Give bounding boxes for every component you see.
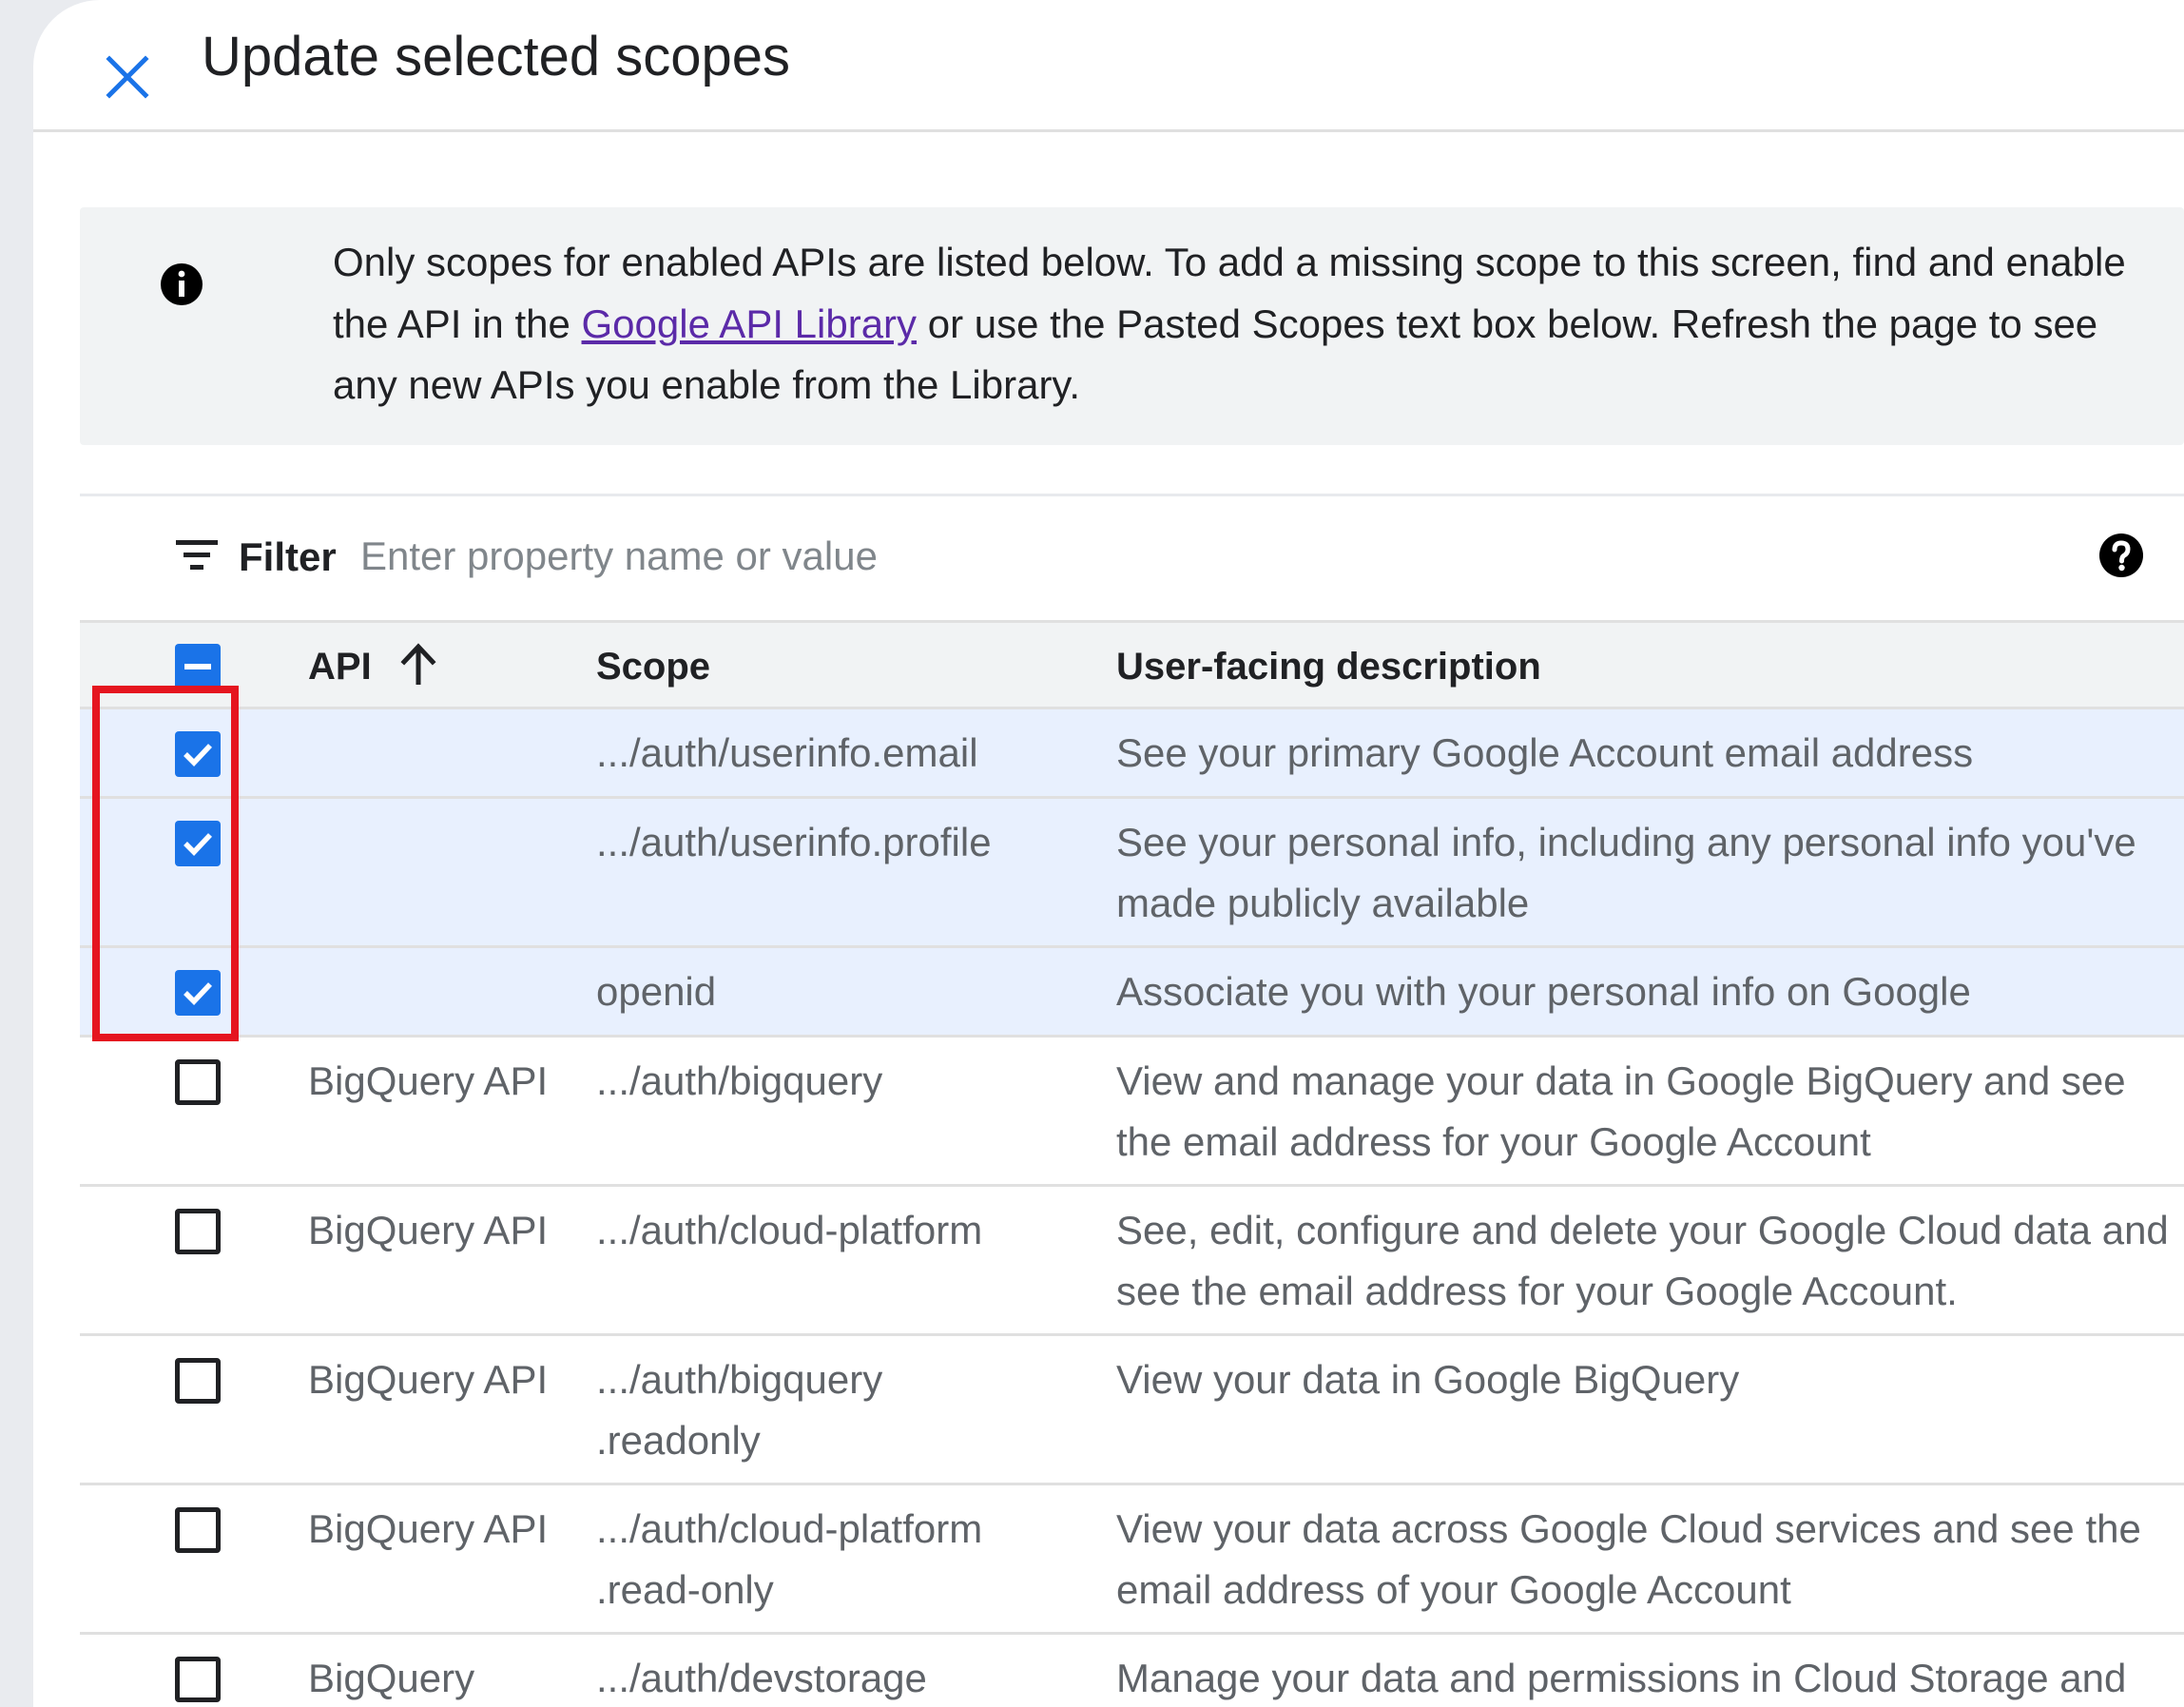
row-checkbox[interactable] xyxy=(175,1358,221,1404)
table-row[interactable]: .../auth/userinfo.email See your primary… xyxy=(80,709,2184,799)
page-title: Update selected scopes xyxy=(202,26,791,87)
description-cell: See, edit, configure and delete your Goo… xyxy=(1116,1208,2169,1313)
column-header-scope[interactable]: Scope xyxy=(596,642,710,691)
select-all-checkbox[interactable] xyxy=(175,644,221,689)
row-checkbox[interactable] xyxy=(175,1507,221,1553)
row-checkbox[interactable] xyxy=(175,970,221,1016)
table-row[interactable]: BigQuery API .../auth/cloud-platform .re… xyxy=(80,1485,2184,1635)
dialog-header: Update selected scopes xyxy=(33,0,2184,132)
api-cell: BigQuery API xyxy=(308,1506,549,1551)
check-icon xyxy=(184,833,212,856)
info-icon xyxy=(161,263,203,305)
google-api-library-link[interactable]: Google API Library xyxy=(582,301,918,346)
column-header-api-label: API xyxy=(308,646,372,688)
description-cell: Associate you with your personal info on… xyxy=(1116,969,1971,1014)
banner-text: Only scopes for enabled APIs are listed … xyxy=(333,232,2158,417)
scope-cell: .../auth/cloud-platform .read-only xyxy=(596,1506,983,1612)
api-cell: BigQuery xyxy=(308,1656,475,1700)
description-cell: View your data in Google BigQuery xyxy=(1116,1357,1740,1402)
api-cell: BigQuery API xyxy=(308,1058,549,1103)
check-icon xyxy=(184,982,212,1005)
row-checkbox[interactable] xyxy=(175,731,221,777)
column-header-description[interactable]: User-facing description xyxy=(1116,642,1541,691)
row-checkbox[interactable] xyxy=(175,1059,221,1105)
table-row[interactable]: openid Associate you with your personal … xyxy=(80,948,2184,1038)
filter-icon xyxy=(176,540,218,570)
table-row[interactable]: BigQuery API .../auth/bigquery .readonly… xyxy=(80,1336,2184,1485)
scope-cell: .../auth/userinfo.email xyxy=(596,730,978,775)
filter-input[interactable] xyxy=(360,525,1787,588)
api-cell: BigQuery API xyxy=(308,1208,549,1252)
scope-cell: .../auth/userinfo.profile xyxy=(596,820,992,864)
indeterminate-icon xyxy=(184,664,211,669)
description-cell: Manage your data and permissions in Clou… xyxy=(1116,1656,2127,1700)
check-icon xyxy=(184,744,212,766)
scope-cell: .../auth/bigquery xyxy=(596,1058,883,1103)
scope-cell: openid xyxy=(596,969,717,1014)
table-row[interactable]: BigQuery API .../auth/bigquery View and … xyxy=(80,1038,2184,1187)
table-header: API Scope User-facing description xyxy=(80,620,2184,709)
sort-arrow-up-icon xyxy=(400,643,436,686)
info-banner: Only scopes for enabled APIs are listed … xyxy=(80,207,2184,445)
description-cell: View and manage your data in Google BigQ… xyxy=(1116,1058,2126,1164)
close-icon xyxy=(106,55,149,99)
scopes-table: API Scope User-facing description .../au… xyxy=(80,620,2184,1707)
row-checkbox[interactable] xyxy=(175,1209,221,1254)
column-header-api[interactable]: API xyxy=(308,642,437,691)
description-cell: View your data across Google Cloud servi… xyxy=(1116,1506,2141,1612)
api-cell: BigQuery API xyxy=(308,1357,549,1402)
table-row[interactable]: BigQuery API .../auth/cloud-platform See… xyxy=(80,1187,2184,1336)
scope-cell: .../auth/bigquery .readonly xyxy=(596,1357,883,1463)
table-row[interactable]: .../auth/userinfo.profile See your perso… xyxy=(80,799,2184,948)
help-icon[interactable] xyxy=(2098,533,2144,578)
row-checkbox[interactable] xyxy=(175,821,221,866)
filter-label: Filter xyxy=(239,534,337,579)
filter-bar: Filter xyxy=(80,496,2184,620)
scope-cell: .../auth/devstorage xyxy=(596,1656,927,1700)
scopes-dialog: Update selected scopes Only scopes for e… xyxy=(33,0,2184,1707)
scope-cell: .../auth/cloud-platform xyxy=(596,1208,983,1252)
row-checkbox[interactable] xyxy=(175,1657,221,1702)
description-cell: See your primary Google Account email ad… xyxy=(1116,730,1974,775)
description-cell: See your personal info, including any pe… xyxy=(1116,820,2136,925)
table-row[interactable]: BigQuery .../auth/devstorage Manage your… xyxy=(80,1635,2184,1707)
close-button[interactable] xyxy=(69,21,184,99)
